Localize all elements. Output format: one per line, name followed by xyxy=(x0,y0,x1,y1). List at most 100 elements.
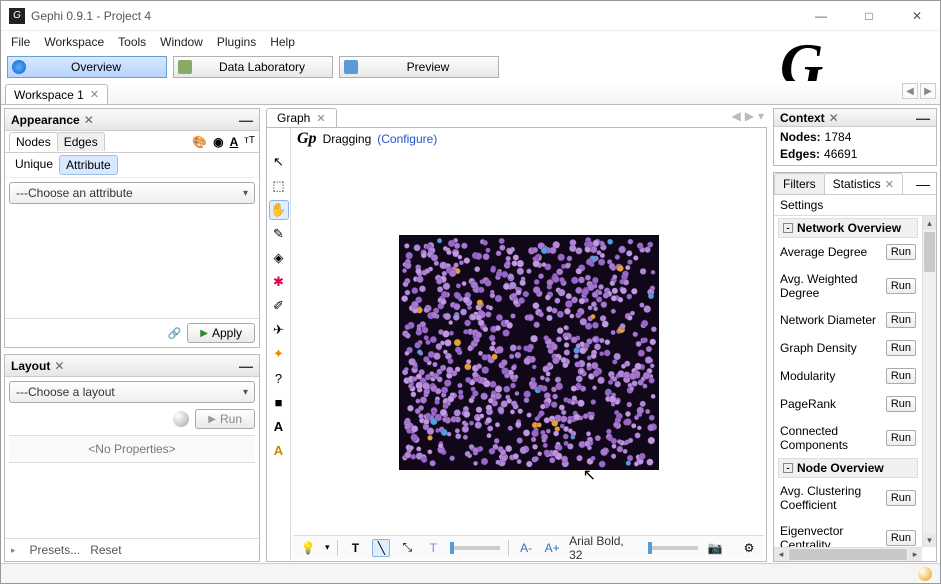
menu-workspace[interactable]: Workspace xyxy=(44,35,104,49)
layout-dropdown[interactable]: ---Choose a layout ▾ xyxy=(9,381,255,403)
dropdown-icon[interactable]: ▾ xyxy=(758,109,764,123)
scroll-thumb[interactable] xyxy=(789,549,907,560)
label-size-icon[interactable]: тT xyxy=(244,135,255,149)
color-icon[interactable]: 🎨 xyxy=(192,135,207,149)
run-stat-button[interactable]: Run xyxy=(886,340,916,356)
close-icon[interactable]: ✕ xyxy=(829,111,839,125)
show-labels-button[interactable]: T xyxy=(346,539,364,557)
label-color-icon[interactable]: A xyxy=(230,135,239,149)
layout-settings-icon[interactable] xyxy=(173,411,189,427)
run-layout-button[interactable]: ▶ Run xyxy=(195,409,255,429)
perspective-tabs: Overview Data Laboratory Preview xyxy=(1,53,940,81)
stat-label: Avg. Weighted Degree xyxy=(780,272,886,300)
edit-tool[interactable]: ✐ xyxy=(269,296,289,316)
font-decrease-button[interactable]: A- xyxy=(517,539,535,557)
edge-weight-slider[interactable] xyxy=(450,546,500,550)
minimize-panel-button[interactable]: — xyxy=(239,358,253,374)
tab-edges[interactable]: Edges xyxy=(57,132,105,151)
text-tool-1[interactable]: A xyxy=(269,416,289,436)
label-size-slider[interactable] xyxy=(648,546,698,550)
layout-panel: Layout ✕ — ---Choose a layout ▾ ▶ Run <N xyxy=(4,354,260,562)
brush-tool[interactable]: ✎ xyxy=(269,224,289,244)
edge-type-button[interactable]: T xyxy=(424,539,442,557)
vertical-scrollbar[interactable]: ▴ ▾ xyxy=(922,216,936,547)
font-field[interactable]: Arial Bold, 32 xyxy=(569,534,640,562)
color-tool[interactable]: ✱ xyxy=(269,272,289,292)
size-icon[interactable]: ◉ xyxy=(213,135,223,149)
label-tool-2[interactable]: ■ xyxy=(269,392,289,412)
run-stat-button[interactable]: Run xyxy=(886,368,916,384)
workspace-tab-1[interactable]: Workspace 1 ✕ xyxy=(5,84,108,104)
prev-icon[interactable]: ◀ xyxy=(732,109,741,123)
close-icon[interactable]: ✕ xyxy=(885,178,894,191)
sizer-tool[interactable]: ◈ xyxy=(269,248,289,268)
run-stat-button[interactable]: Run xyxy=(886,530,916,546)
edge-tool-1[interactable]: ╲ xyxy=(372,539,390,557)
pointer-tool[interactable]: ↖ xyxy=(269,152,289,172)
settings-row[interactable]: Settings xyxy=(774,195,936,216)
scroll-right-icon[interactable]: ▸ xyxy=(908,548,922,561)
scroll-thumb[interactable] xyxy=(924,232,935,272)
tab-statistics[interactable]: Statistics ✕ xyxy=(824,173,903,194)
globe-icon[interactable] xyxy=(918,567,932,581)
run-stat-button[interactable]: Run xyxy=(886,278,916,294)
path-tool[interactable]: ✈ xyxy=(269,320,289,340)
run-stat-button[interactable]: Run xyxy=(886,312,916,328)
heatmap-tool[interactable]: ✦ xyxy=(269,344,289,364)
maximize-button[interactable]: □ xyxy=(854,9,884,23)
attribute-dropdown[interactable]: ---Choose an attribute ▾ xyxy=(9,182,255,204)
apply-button[interactable]: ▶ Apply xyxy=(187,323,255,343)
no-properties-label: <No Properties> xyxy=(9,435,255,463)
close-button[interactable]: ✕ xyxy=(902,9,932,23)
minimize-panel-button[interactable]: — xyxy=(916,110,930,126)
network-overview-header[interactable]: - Network Overview xyxy=(778,218,918,238)
run-stat-button[interactable]: Run xyxy=(886,490,916,506)
menu-window[interactable]: Window xyxy=(160,35,203,49)
stat-label: Eigenvector Centrality xyxy=(780,524,886,547)
edge-tool-2[interactable]: ⤡ xyxy=(398,539,416,557)
expand-icon[interactable]: ▸ xyxy=(11,545,16,556)
scroll-down-icon[interactable]: ▾ xyxy=(923,533,936,547)
menu-help[interactable]: Help xyxy=(270,35,295,49)
rectangle-select-tool[interactable]: ⬚ xyxy=(269,176,289,196)
prev-workspace-button[interactable]: ◀ xyxy=(902,83,918,99)
mode-unique[interactable]: Unique xyxy=(9,155,59,175)
close-icon[interactable]: ✕ xyxy=(316,112,325,125)
mode-attribute[interactable]: Attribute xyxy=(59,155,118,175)
label-tool-1[interactable]: ? xyxy=(269,368,289,388)
menu-plugins[interactable]: Plugins xyxy=(217,35,256,49)
run-stat-button[interactable]: Run xyxy=(886,244,916,260)
reset-button[interactable]: Reset xyxy=(90,543,121,557)
text-tool-2[interactable]: A xyxy=(269,440,289,460)
tab-preview[interactable]: Preview xyxy=(339,56,499,78)
scroll-up-icon[interactable]: ▴ xyxy=(923,216,936,230)
next-icon[interactable]: ▶ xyxy=(745,109,754,123)
drag-tool[interactable]: ✋ xyxy=(269,200,289,220)
close-icon[interactable]: ✕ xyxy=(90,88,99,101)
graph-tab[interactable]: Graph ✕ xyxy=(266,108,337,127)
menu-file[interactable]: File xyxy=(11,35,30,49)
scroll-left-icon[interactable]: ◂ xyxy=(774,548,788,561)
graph-canvas[interactable]: ↖ xyxy=(291,128,766,561)
settings-icon[interactable]: ⚙ xyxy=(740,539,758,557)
close-icon[interactable]: ✕ xyxy=(54,359,64,373)
run-stat-button[interactable]: Run xyxy=(886,396,916,412)
minimize-panel-button[interactable]: — xyxy=(239,112,253,128)
minimize-panel-button[interactable]: — xyxy=(910,176,936,192)
lightbulb-icon[interactable]: 💡 xyxy=(299,539,317,557)
minimize-button[interactable]: — xyxy=(806,9,836,23)
tab-data-laboratory[interactable]: Data Laboratory xyxy=(173,56,333,78)
menu-tools[interactable]: Tools xyxy=(118,35,146,49)
chain-icon[interactable]: 🔗 xyxy=(168,327,182,340)
font-increase-button[interactable]: A+ xyxy=(543,539,561,557)
tab-nodes[interactable]: Nodes xyxy=(9,132,58,151)
presets-button[interactable]: Presets... xyxy=(30,543,81,557)
next-workspace-button[interactable]: ▶ xyxy=(920,83,936,99)
close-icon[interactable]: ✕ xyxy=(84,113,94,127)
tab-overview[interactable]: Overview xyxy=(7,56,167,78)
screenshot-button[interactable]: 📷 xyxy=(706,539,724,557)
run-stat-button[interactable]: Run xyxy=(886,430,916,446)
node-overview-header[interactable]: - Node Overview xyxy=(778,458,918,478)
tab-filters[interactable]: Filters xyxy=(774,173,825,194)
horizontal-scrollbar[interactable]: ◂ ▸ xyxy=(774,547,922,561)
